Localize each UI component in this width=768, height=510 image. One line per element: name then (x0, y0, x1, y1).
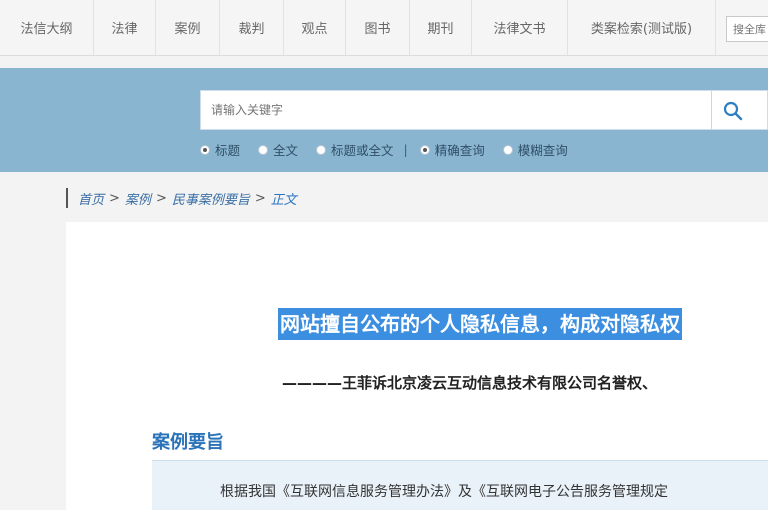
breadcrumb-cases[interactable]: 案例 (125, 189, 151, 208)
search-icon (723, 101, 743, 121)
search-options: 标题 全文 标题或全文 | 精确查询 模糊查询 (200, 140, 586, 159)
article-panel: 网站擅自公布的个人隐私信息，构成对隐私权 ————王菲诉北京凌云互动信息技术有限… (66, 222, 768, 510)
radio-icon (502, 144, 513, 155)
radio-icon (200, 144, 210, 155)
radio-icon (316, 144, 327, 155)
case-summary-box: 根据我国《互联网信息服务管理办法》及《互联网电子公告服务管理规定 (152, 460, 768, 510)
nav-item-viewpoints[interactable]: 观点 (284, 0, 346, 55)
breadcrumb-separator: > (254, 190, 266, 206)
breadcrumb-separator: > (155, 190, 167, 206)
case-summary-text: 根据我国《互联网信息服务管理办法》及《互联网电子公告服务管理规定 (220, 484, 668, 500)
nav-item-journals[interactable]: 期刊 (410, 0, 472, 55)
section-heading: 案例要旨 (152, 432, 224, 453)
option-label: 模糊查询 (517, 143, 568, 158)
option-fulltext[interactable]: 全文 (258, 140, 298, 159)
nav-item-outline[interactable]: 法信大纲 (0, 0, 94, 55)
option-title[interactable]: 标题 (200, 140, 240, 159)
search-band: 标题 全文 标题或全文 | 精确查询 模糊查询 (0, 68, 768, 172)
option-exact-search[interactable]: 精确查询 (419, 140, 485, 159)
option-fuzzy-search[interactable]: 模糊查询 (502, 140, 568, 159)
search-button[interactable] (721, 99, 745, 123)
radio-icon (419, 144, 430, 155)
nav-item-legal-documents[interactable]: 法律文书 (472, 0, 568, 55)
option-label: 精确查询 (434, 143, 485, 158)
option-label: 标题 (215, 143, 241, 158)
radio-icon (258, 144, 269, 155)
option-title-or-fulltext[interactable]: 标题或全文 (316, 140, 394, 159)
option-label: 标题或全文 (331, 143, 394, 158)
search-box (200, 90, 768, 130)
article-subtitle: ————王菲诉北京凌云互动信息技术有限公司名誉权、 (282, 374, 658, 392)
nav-item-similar-case-search[interactable]: 类案检索(测试版) (568, 0, 716, 55)
breadcrumb-civil-case-summaries[interactable]: 民事案例要旨 (172, 189, 250, 208)
global-search-input[interactable] (726, 16, 768, 42)
options-divider: | (403, 142, 408, 157)
breadcrumb-home[interactable]: 首页 (78, 189, 104, 208)
nav-item-law[interactable]: 法律 (94, 0, 156, 55)
keyword-search-input[interactable] (201, 91, 711, 129)
breadcrumb-current: 正文 (270, 192, 297, 208)
breadcrumb: 首页 > 案例 > 民事案例要旨 > 正文 (66, 188, 297, 208)
top-nav: 法信大纲 法律 案例 裁判 观点 图书 期刊 法律文书 类案检索(测试版) (0, 0, 768, 56)
option-label: 全文 (273, 143, 299, 158)
nav-item-judgments[interactable]: 裁判 (220, 0, 284, 55)
article-title: 网站擅自公布的个人隐私信息，构成对隐私权 (278, 308, 682, 340)
nav-item-cases[interactable]: 案例 (156, 0, 220, 55)
nav-item-books[interactable]: 图书 (346, 0, 410, 55)
breadcrumb-separator: > (109, 190, 120, 206)
search-divider (711, 91, 712, 129)
